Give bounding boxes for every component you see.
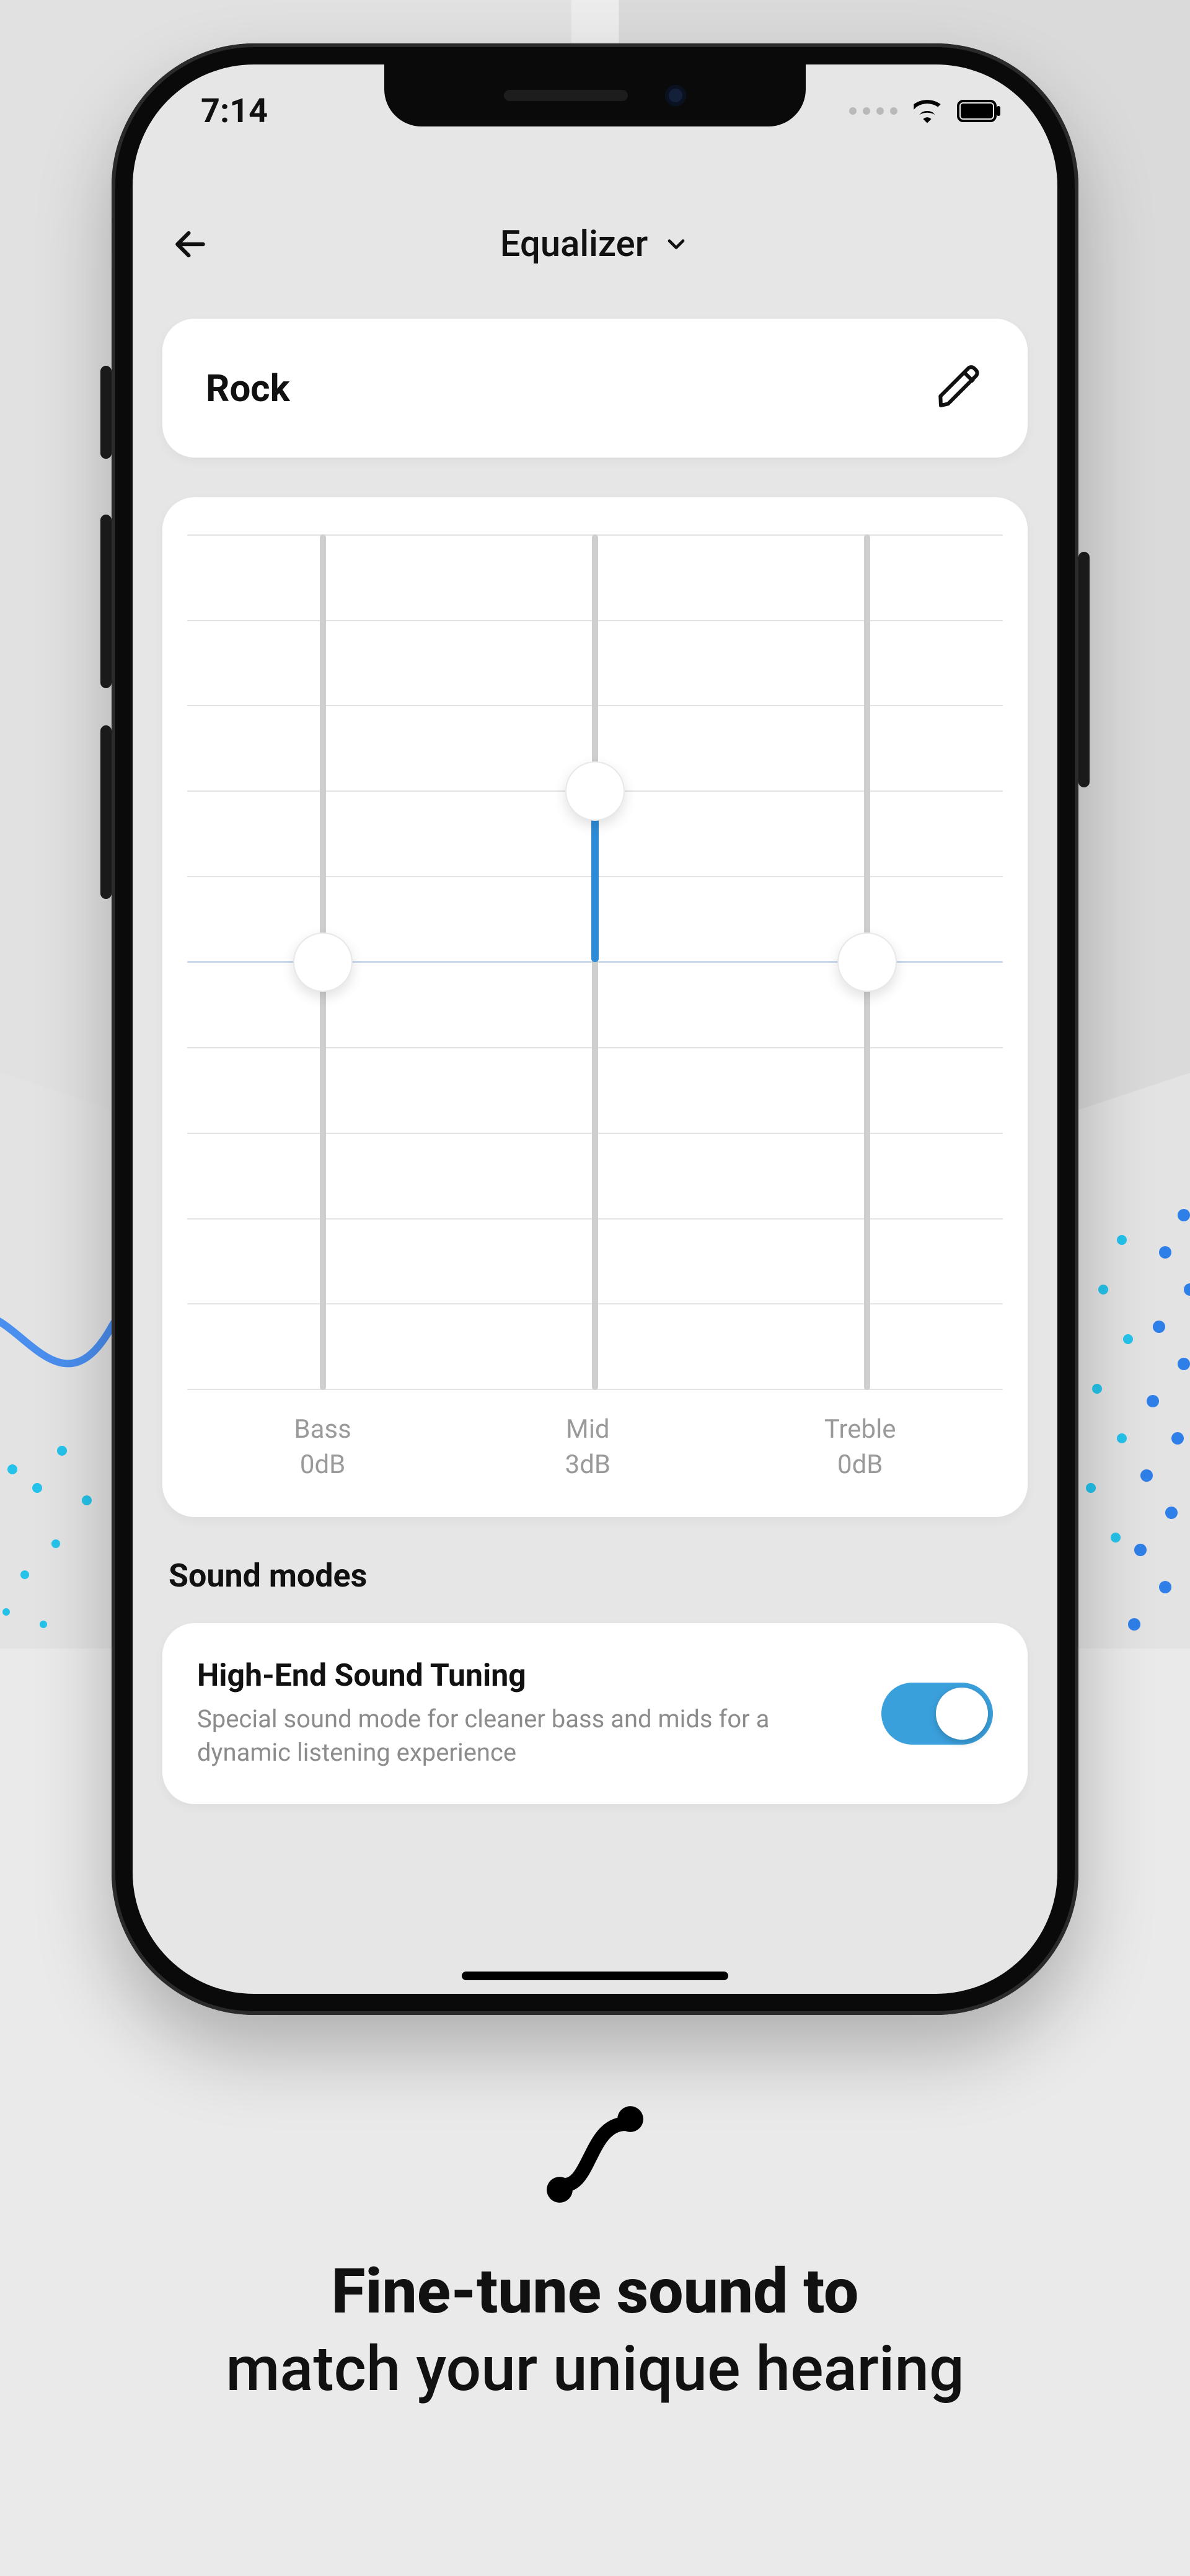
toggle-knob — [936, 1688, 988, 1740]
edit-preset-button[interactable] — [935, 362, 984, 414]
phone-side-button — [100, 366, 112, 459]
equalizer-area — [187, 534, 1003, 1390]
battery-icon — [957, 100, 1002, 122]
status-time: 7:14 — [201, 92, 268, 131]
signal-dots-icon — [849, 107, 897, 115]
phone-side-button — [100, 515, 112, 688]
sound-mode-card: High-End Sound Tuning Special sound mode… — [162, 1623, 1028, 1804]
eq-labels: Bass 0dB Mid 3dB Treble 0dB — [187, 1412, 1003, 1482]
eq-band-value: 0dB — [294, 1448, 351, 1483]
promo-line-1: Fine-tune sound to — [332, 2255, 859, 2328]
preset-name: Rock — [206, 366, 290, 410]
eq-slider-treble[interactable] — [864, 534, 870, 1390]
app-content: Equalizer Rock — [133, 164, 1057, 1994]
sound-mode-title: High-End Sound Tuning — [197, 1658, 844, 1694]
sound-path-icon — [536, 2096, 654, 2216]
home-indicator — [462, 1972, 728, 1980]
phone-frame: 7:14 Equalizer — [112, 43, 1078, 2015]
preset-card: Rock — [162, 319, 1028, 458]
chevron-down-icon — [663, 231, 690, 258]
eq-thumb-treble[interactable] — [837, 932, 897, 992]
eq-label-mid: Mid 3dB — [565, 1412, 610, 1482]
pencil-icon — [935, 362, 984, 412]
eq-label-bass: Bass 0dB — [294, 1412, 351, 1482]
eq-band-name: Treble — [824, 1412, 896, 1448]
phone-side-button — [100, 725, 112, 899]
eq-slider-bass[interactable] — [320, 534, 326, 1390]
sound-mode-description: Special sound mode for cleaner bass and … — [197, 1702, 844, 1769]
phone-side-button — [1078, 552, 1090, 787]
eq-thumb-bass[interactable] — [293, 932, 353, 992]
arrow-left-icon — [171, 225, 209, 263]
sound-modes-heading: Sound modes — [169, 1557, 1021, 1595]
phone-screen: 7:14 Equalizer — [133, 64, 1057, 1994]
eq-label-treble: Treble 0dB — [824, 1412, 896, 1482]
promo-caption: Fine-tune sound to match your unique hea… — [0, 2096, 1190, 2408]
header-title: Equalizer — [500, 223, 648, 265]
eq-band-name: Mid — [565, 1412, 610, 1448]
eq-slider-mid[interactable] — [592, 534, 598, 1390]
promo-line-2: match your unique hearing — [226, 2333, 964, 2406]
wifi-icon — [911, 99, 943, 123]
header-bar: Equalizer — [162, 207, 1028, 281]
eq-thumb-mid[interactable] — [565, 761, 625, 821]
eq-band-value: 0dB — [824, 1448, 896, 1483]
equalizer-card: Bass 0dB Mid 3dB Treble 0dB — [162, 497, 1028, 1517]
eq-band-value: 3dB — [565, 1448, 610, 1483]
status-bar: 7:14 — [133, 83, 1057, 139]
back-button[interactable] — [169, 223, 212, 266]
header-title-dropdown[interactable]: Equalizer — [500, 223, 690, 265]
eq-band-name: Bass — [294, 1412, 351, 1448]
sound-mode-toggle[interactable] — [881, 1683, 993, 1745]
